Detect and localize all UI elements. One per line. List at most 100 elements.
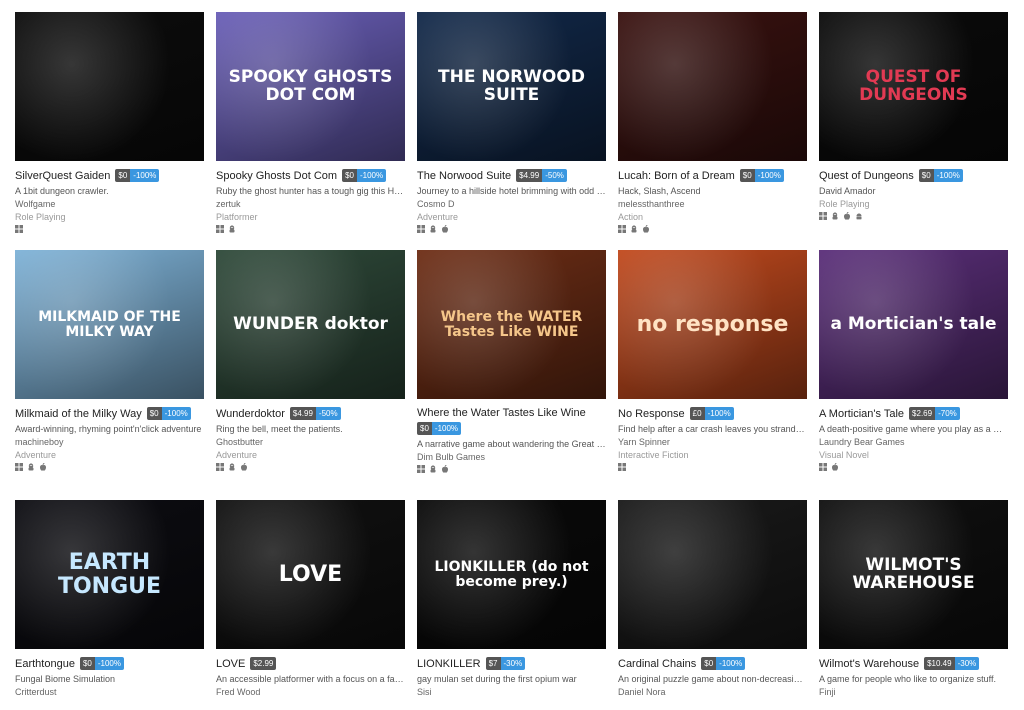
price-badge-group: $4.99 -50%	[516, 169, 567, 182]
game-genre: Platformer	[216, 212, 258, 222]
game-description: A death-positive game where you play as …	[819, 424, 1008, 434]
platform-icons	[15, 225, 204, 233]
game-author-link[interactable]: machineboy	[15, 437, 204, 447]
title-row: Wunderdoktor $4.99 -50%	[216, 407, 405, 420]
game-cover-image[interactable]: THE NORWOOD SUITE	[417, 12, 606, 161]
game-author-link[interactable]: melessthanthree	[618, 199, 807, 209]
game-cover-image[interactable]: LOVE	[216, 500, 405, 649]
platform-icons	[819, 212, 1008, 220]
game-title-link[interactable]: No Response	[618, 408, 685, 420]
price-badge-group: $2.99	[250, 657, 277, 670]
title-row: The Norwood Suite $4.99 -50%	[417, 169, 606, 182]
mac-icon	[441, 465, 449, 473]
game-author-link[interactable]: Dim Bulb Games	[417, 452, 606, 462]
title-row: Spooky Ghosts Dot Com $0 -100%	[216, 169, 405, 182]
game-card[interactable]: Lucah: Born of a Dream $0 -100% Hack, Slash…	[618, 12, 807, 250]
platform-icons	[216, 463, 405, 471]
discount-badge: -100%	[933, 169, 963, 182]
game-description: Fungal Biome Simulation	[15, 674, 116, 684]
game-card[interactable]: MILKMAID OF THE MILKY WAY Milkmaid of the…	[15, 250, 204, 500]
discount-badge: -50%	[542, 169, 567, 182]
game-author-link[interactable]: zertuk	[216, 199, 405, 209]
game-card[interactable]: no response No Response £0 -100% Find help a…	[618, 250, 807, 500]
game-author-link[interactable]: Ghostbutter	[216, 437, 405, 447]
game-title-link[interactable]: Milkmaid of the Milky Way	[15, 408, 142, 420]
price-badge: $2.69	[909, 407, 936, 420]
game-cover-image[interactable]: MILKMAID OF THE MILKY WAY	[15, 250, 204, 399]
game-title-link[interactable]: The Norwood Suite	[417, 170, 511, 182]
mac-icon	[831, 463, 839, 471]
game-card[interactable]: WUNDER doktor Wunderdoktor $4.99 -50% Ring t…	[216, 250, 405, 500]
title-row: SilverQuest Gaiden $0 -100%	[15, 169, 204, 182]
game-title-link[interactable]: A Mortician's Tale	[819, 408, 904, 420]
title-row: LIONKILLER $7 -30%	[417, 657, 606, 670]
game-author-link[interactable]: Critterdust	[15, 687, 204, 697]
linux-icon	[429, 465, 437, 473]
game-author-link[interactable]: Daniel Nora	[618, 687, 807, 697]
game-card[interactable]: SPOOKY GHOSTS DOT COM Spooky Ghosts Dot C…	[216, 12, 405, 250]
game-author-link[interactable]: Wolfgame	[15, 199, 204, 209]
game-card[interactable]: QUEST OF DUNGEONS Quest of Dungeons $0 -100…	[819, 12, 1008, 250]
game-description: An accessible platformer with a focus on…	[216, 674, 405, 684]
discount-badge: -30%	[954, 657, 980, 670]
game-card[interactable]: Where the WATER Tastes Like WINE Where th…	[417, 250, 606, 500]
game-cover-image[interactable]: WILMOT'S WAREHOUSE	[819, 500, 1008, 649]
game-card[interactable]: Cardinal Chains $0 -100% An original puzzle…	[618, 500, 807, 710]
game-title-link[interactable]: LOVE	[216, 658, 245, 670]
platform-icons	[15, 463, 204, 471]
mac-icon	[843, 212, 851, 220]
game-author-link[interactable]: Cosmo D	[417, 199, 606, 209]
game-card[interactable]: LIONKILLER (do not become prey.) LIONKILL…	[417, 500, 606, 710]
game-author-link[interactable]: Laundry Bear Games	[819, 437, 1008, 447]
game-cover-image[interactable]: LIONKILLER (do not become prey.)	[417, 500, 606, 649]
game-cover-image[interactable]: no response	[618, 250, 807, 399]
game-author-link[interactable]: Fred Wood	[216, 687, 405, 697]
game-cover-image[interactable]	[15, 12, 204, 161]
game-title-link[interactable]: Spooky Ghosts Dot Com	[216, 170, 337, 182]
game-card[interactable]: THE NORWOOD SUITE The Norwood Suite $4.99-…	[417, 12, 606, 250]
linux-icon	[228, 463, 236, 471]
cover-title-text: QUEST OF DUNGEONS	[859, 66, 968, 105]
windows-icon	[618, 463, 626, 471]
platform-icons	[618, 463, 807, 471]
game-title-link[interactable]: Quest of Dungeons	[819, 170, 914, 182]
platform-icons	[417, 465, 606, 473]
game-card[interactable]: LOVE LOVE $2.99 An accessible platformer wi…	[216, 500, 405, 710]
game-cover-image[interactable]: SPOOKY GHOSTS DOT COM	[216, 12, 405, 161]
game-title-link[interactable]: Where the Water Tastes Like Wine	[417, 407, 586, 419]
game-author-link[interactable]: Finji	[819, 687, 1008, 697]
game-title-link[interactable]: Wilmot's Warehouse	[819, 658, 919, 670]
windows-icon	[819, 463, 827, 471]
game-card[interactable]: a Mortician's tale A Mortician's Tale $2.6…	[819, 250, 1008, 500]
game-title-link[interactable]: Lucah: Born of a Dream	[618, 170, 735, 182]
game-author-link[interactable]: Sisi	[417, 687, 606, 697]
linux-icon	[429, 225, 437, 233]
cover-title-text: SPOOKY GHOSTS DOT COM	[228, 66, 393, 105]
game-cover-image[interactable]: EARTH TONGUE	[15, 500, 204, 649]
game-card[interactable]: EARTH TONGUE Earthtongue $0 -100% Fungal Bio…	[15, 500, 204, 710]
game-cover-image[interactable]: WUNDER doktor	[216, 250, 405, 399]
game-cover-image[interactable]: a Mortician's tale	[819, 250, 1008, 399]
game-cover-image[interactable]: QUEST OF DUNGEONS	[819, 12, 1008, 161]
game-title-link[interactable]: Wunderdoktor	[216, 408, 285, 420]
game-title-link[interactable]: Cardinal Chains	[618, 658, 696, 670]
linux-icon	[27, 463, 35, 471]
price-badge: $10.49	[924, 657, 955, 670]
game-author-link[interactable]: Yarn Spinner	[618, 437, 807, 447]
price-badge-group: $0 -100%	[701, 657, 746, 670]
game-cover-image[interactable]: Where the WATER Tastes Like WINE	[417, 250, 606, 399]
game-cover-image[interactable]	[618, 500, 807, 649]
price-badge-group: $4.99 -50%	[289, 407, 341, 420]
game-title-link[interactable]: LIONKILLER	[417, 658, 481, 670]
discount-badge: -100%	[431, 422, 462, 435]
cover-title-text: WUNDER doktor	[233, 313, 388, 334]
game-description: A narrative game about wandering the Gre…	[417, 439, 606, 449]
game-cover-image[interactable]	[618, 12, 807, 161]
discount-badge: -100%	[704, 407, 734, 420]
game-card[interactable]: WILMOT'S WAREHOUSE Wilmot's Warehouse $10.…	[819, 500, 1008, 710]
game-card[interactable]: SilverQuest Gaiden $0 -100% A 1bit dungeon …	[15, 12, 204, 250]
price-badge: $4.99	[516, 169, 543, 182]
game-title-link[interactable]: SilverQuest Gaiden	[15, 170, 110, 182]
price-badge: $2.99	[250, 657, 277, 670]
game-title-link[interactable]: Earthtongue	[15, 658, 75, 670]
